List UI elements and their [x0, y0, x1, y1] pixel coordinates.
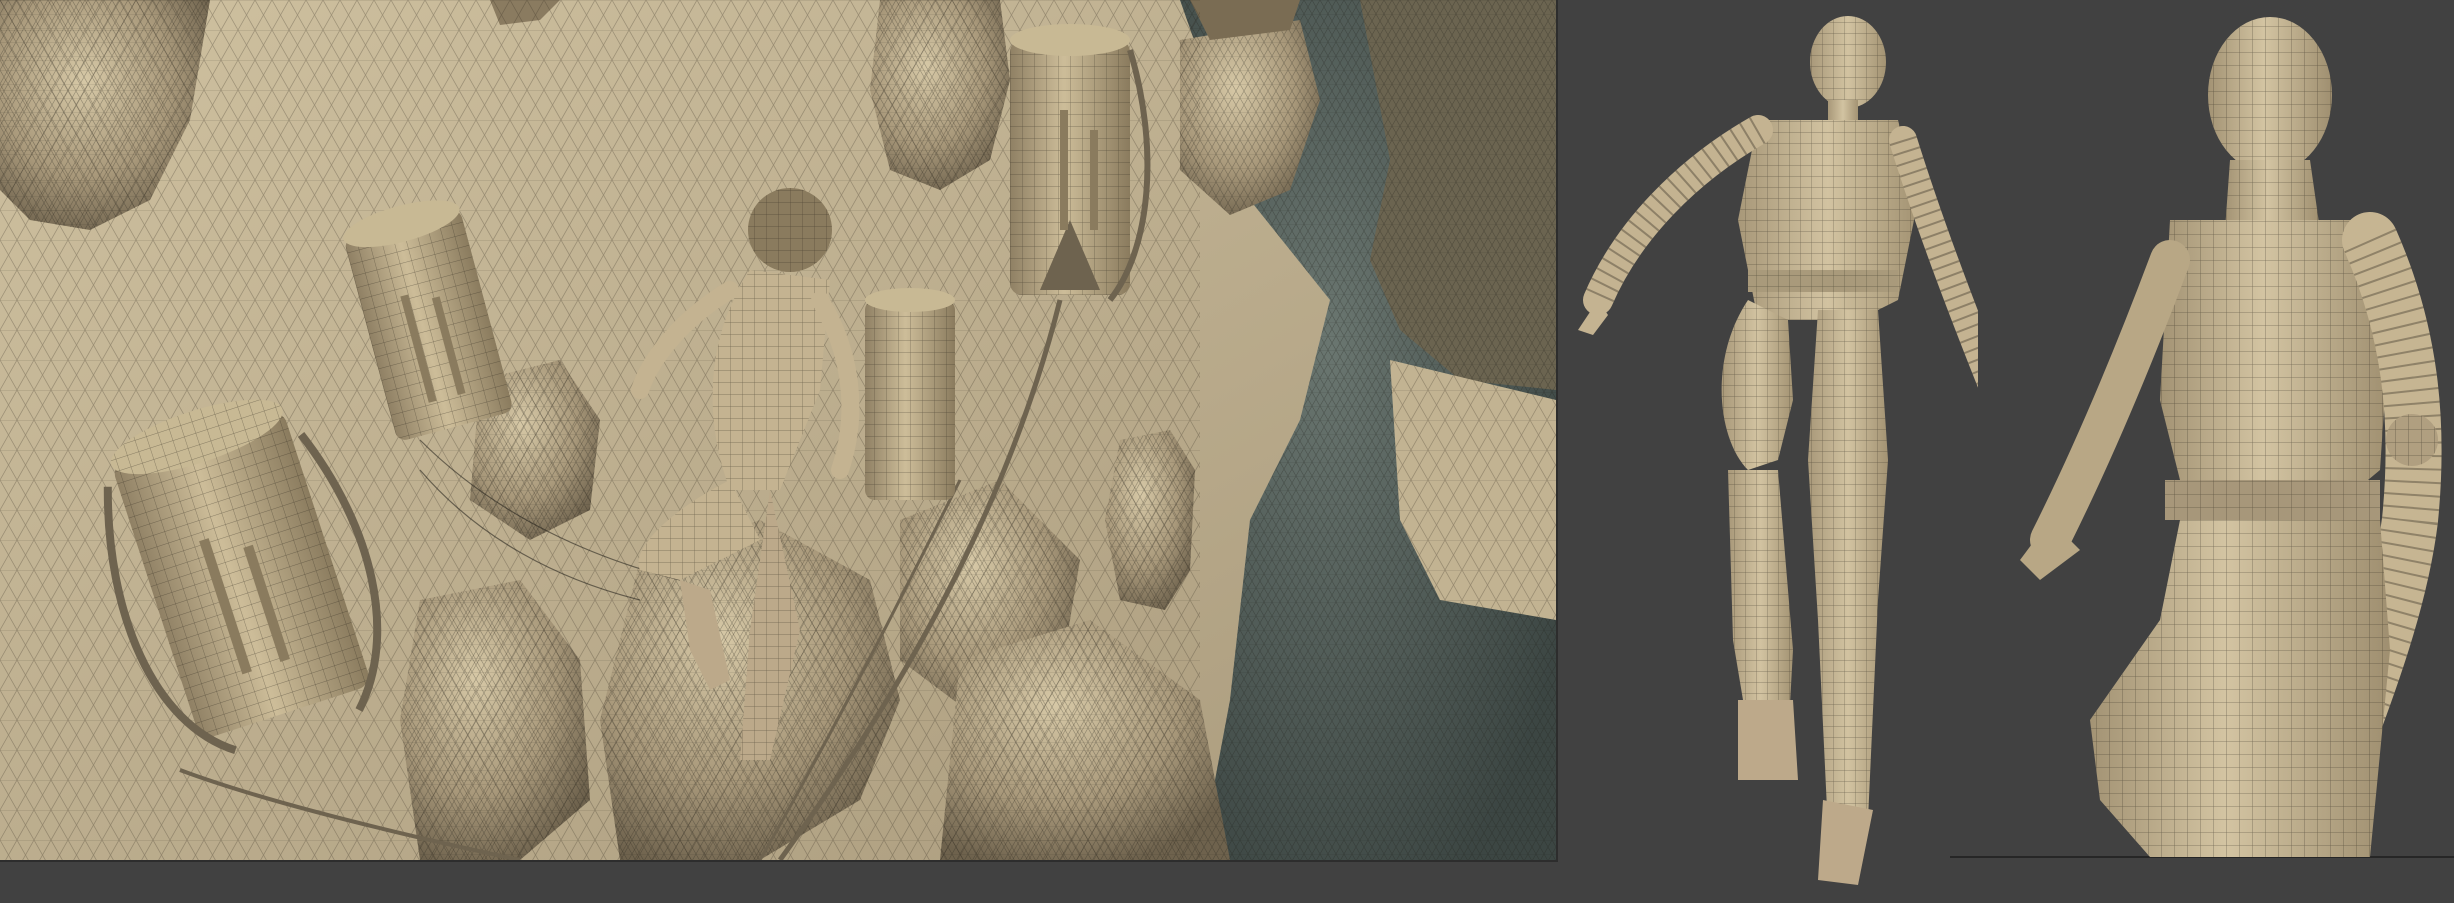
cliff-scene-panel [0, 0, 1558, 862]
render-canvas [0, 0, 2454, 903]
closeup-character-illustration [1950, 17, 2454, 858]
full-body-character-illustration [1578, 16, 1978, 885]
full-body-character-panel [1558, 0, 1978, 903]
closeup-character-panel [1940, 0, 2454, 903]
cliff-scene-illustration [0, 0, 1556, 860]
